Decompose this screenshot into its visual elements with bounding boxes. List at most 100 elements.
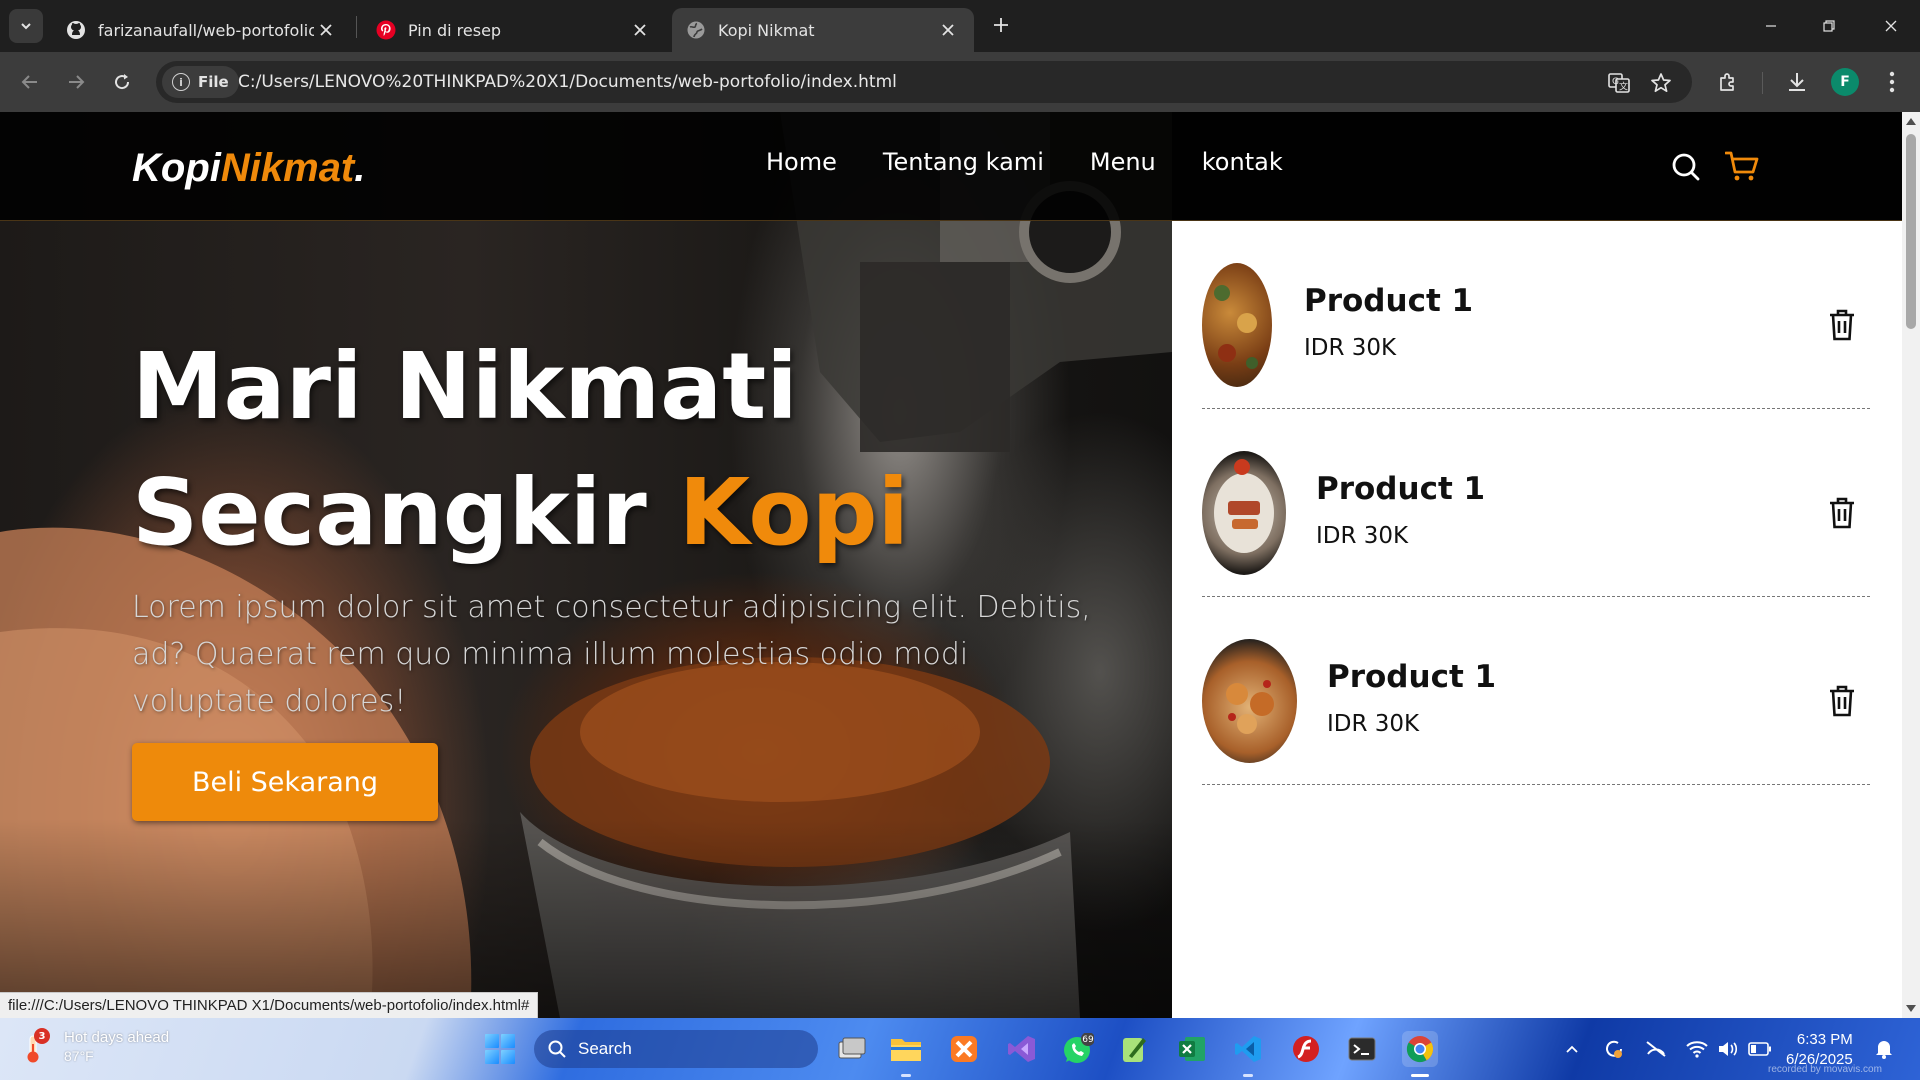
chrome-icon[interactable]	[1402, 1031, 1438, 1067]
logo-part-1: Kopi	[132, 146, 221, 190]
site-logo[interactable]: KopiNikmat.	[132, 146, 365, 191]
arrow-left-icon	[21, 75, 37, 89]
product-image	[1202, 263, 1272, 387]
cart-item: Product 1 IDR 30K	[1202, 221, 1870, 409]
notepadpp-icon[interactable]	[1116, 1031, 1152, 1067]
notification-bell-icon[interactable]	[1872, 1038, 1896, 1060]
sync-icon[interactable]	[1602, 1038, 1626, 1060]
main-nav: Home Tentang kami Menu kontak	[766, 148, 1283, 176]
cart-item: Product 1 IDR 30K	[1202, 597, 1870, 785]
taskbar-search-label: Search	[578, 1039, 632, 1058]
minimize-icon	[1766, 25, 1776, 27]
file-explorer-icon[interactable]	[888, 1031, 924, 1067]
weather-title: Hot days ahead	[64, 1029, 170, 1046]
download-icon[interactable]	[1783, 68, 1811, 96]
nav-link-tentang-kami[interactable]: Tentang kami	[883, 148, 1044, 176]
xampp-icon[interactable]	[946, 1031, 982, 1067]
minimize-button[interactable]	[1742, 0, 1800, 52]
weather-badge: 3	[34, 1028, 50, 1044]
volume-icon[interactable]	[1716, 1038, 1740, 1060]
weather-widget[interactable]: 3 Hot days ahead 87°F	[22, 1028, 169, 1066]
network-off-icon[interactable]	[1644, 1038, 1668, 1060]
back-button[interactable]	[14, 66, 46, 98]
nav-link-menu[interactable]: Menu	[1090, 148, 1156, 176]
logo-part-3: .	[354, 146, 366, 190]
terminal-icon[interactable]	[1344, 1031, 1380, 1067]
close-icon[interactable]	[936, 18, 960, 42]
tab-search-button[interactable]	[9, 9, 43, 43]
windows-start-icon[interactable]	[485, 1034, 515, 1064]
arrow-right-icon	[69, 75, 85, 89]
visual-studio-icon[interactable]	[1004, 1031, 1040, 1067]
product-image	[1202, 639, 1297, 763]
nav-link-kontak[interactable]: kontak	[1202, 148, 1283, 176]
reload-icon	[115, 74, 130, 90]
wifi-icon[interactable]	[1685, 1038, 1709, 1060]
site-info-chip[interactable]: i File	[162, 66, 239, 98]
restore-icon	[1823, 20, 1835, 32]
taskbar-search[interactable]: Search	[534, 1030, 818, 1068]
hero-title-white: Secangkir	[132, 459, 647, 566]
vscode-icon[interactable]	[1230, 1031, 1266, 1067]
excel-icon[interactable]	[1174, 1031, 1210, 1067]
tab-separator	[356, 16, 357, 38]
info-icon: i	[172, 73, 190, 91]
product-price: IDR 30K	[1316, 523, 1409, 549]
product-name: Product 1	[1316, 471, 1486, 507]
scroll-thumb[interactable]	[1906, 134, 1916, 329]
tab-title: farizanaufall/web-portofolio	[98, 20, 314, 40]
forward-button[interactable]	[60, 66, 92, 98]
translate-icon[interactable]: G文	[1606, 70, 1632, 96]
bookmark-star-icon[interactable]	[1648, 70, 1674, 96]
extensions-icon[interactable]	[1714, 68, 1742, 96]
chevron-up-icon[interactable]	[1560, 1038, 1584, 1060]
trash-icon[interactable]	[1826, 495, 1858, 531]
close-icon[interactable]	[314, 18, 338, 42]
address-bar[interactable]: i File C:/Users/LENOVO%20THINKPAD%20X1/D…	[156, 61, 1692, 103]
scheme-label: File	[198, 73, 229, 91]
toolbar-separator	[1762, 72, 1763, 94]
tab-github[interactable]: farizanaufall/web-portofolio	[52, 8, 352, 52]
close-icon[interactable]	[628, 18, 652, 42]
active-indicator	[1411, 1074, 1429, 1077]
running-indicator	[1243, 1074, 1253, 1077]
shopping-cart-panel: Product 1 IDR 30K Product 1 IDR 30K Prod…	[1172, 221, 1902, 1018]
url-text[interactable]: C:/Users/LENOVO%20THINKPAD%20X1/Document…	[238, 72, 897, 92]
hero-title-line-2: Secangkir Kopi	[132, 450, 909, 576]
search-icon[interactable]	[1668, 149, 1704, 185]
hero-title: Mari Nikmati Secangkir Kopi	[132, 324, 909, 576]
more-menu-icon[interactable]	[1878, 68, 1906, 96]
tab-kopi-nikmat[interactable]: Kopi Nikmat	[672, 8, 974, 52]
product-name: Product 1	[1327, 659, 1497, 695]
buy-now-button[interactable]: Beli Sekarang	[132, 743, 438, 821]
flash-icon[interactable]	[1288, 1031, 1324, 1067]
shopping-cart-icon[interactable]	[1724, 149, 1760, 185]
logo-part-2: Nikmat	[220, 146, 355, 190]
whatsapp-icon[interactable]: 69	[1060, 1031, 1096, 1067]
battery-icon[interactable]	[1748, 1038, 1772, 1060]
window-close-button[interactable]	[1862, 0, 1920, 52]
tab-pinterest[interactable]: Pin di resep	[362, 8, 666, 52]
hero-description: Lorem ipsum dolor sit amet consectetur a…	[132, 590, 1091, 719]
profile-avatar[interactable]: F	[1831, 68, 1859, 96]
scroll-up-icon[interactable]	[1906, 116, 1916, 126]
search-icon	[548, 1040, 566, 1058]
nav-link-home[interactable]: Home	[766, 148, 837, 176]
close-icon	[1885, 20, 1897, 32]
hero-title-line-1: Mari Nikmati	[132, 333, 798, 440]
weather-temp: 87°F	[64, 1048, 94, 1064]
product-image	[1202, 451, 1286, 575]
page-scrollbar[interactable]	[1902, 112, 1920, 1018]
github-icon	[66, 20, 86, 40]
trash-icon[interactable]	[1826, 683, 1858, 719]
new-tab-button[interactable]	[988, 12, 1014, 38]
task-view-icon[interactable]	[834, 1031, 870, 1067]
pinterest-icon	[376, 20, 396, 40]
recording-watermark: recorded by movavis.com	[1768, 1064, 1882, 1075]
svg-text:G: G	[1612, 77, 1619, 87]
clock-time: 6:33 PM	[1796, 1031, 1853, 1048]
trash-icon[interactable]	[1826, 307, 1858, 343]
restore-button[interactable]	[1800, 0, 1858, 52]
reload-button[interactable]	[106, 66, 138, 98]
scroll-down-icon[interactable]	[1906, 1004, 1916, 1014]
